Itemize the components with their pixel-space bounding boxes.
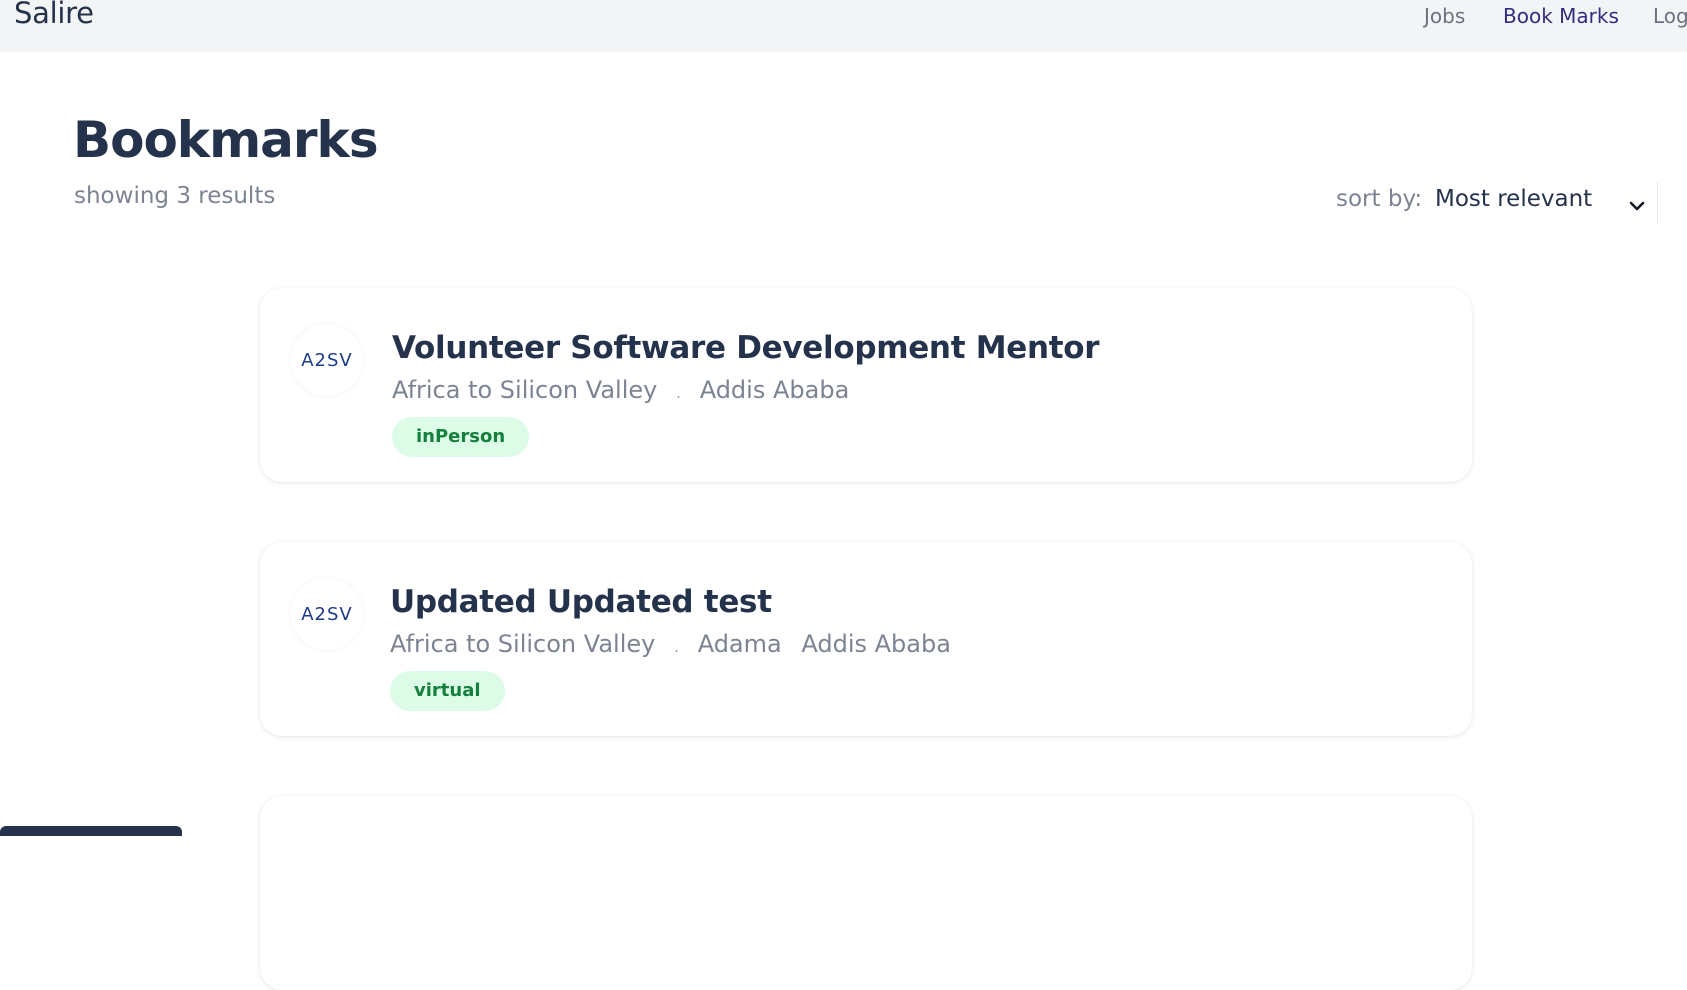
job-meta: Africa to Silicon Valley . Adama Addis A… [390,630,963,658]
job-type-tag: virtual [390,671,505,711]
brand-logo[interactable]: Salire [14,0,94,30]
meta-separator: . [673,637,680,656]
page-title: Bookmarks [73,111,379,169]
job-title[interactable]: Volunteer Software Development Mentor [392,330,1100,366]
bookmark-card[interactable]: A2SV Updated Updated test Africa to Sili… [260,542,1472,736]
bottom-floating-bar[interactable] [0,826,182,836]
bookmark-card[interactable] [260,796,1472,990]
sort-selected-value: Most relevant [1435,186,1593,212]
bookmark-card[interactable]: A2SV Volunteer Software Development Ment… [260,288,1472,482]
company-name: Africa to Silicon Valley [392,376,658,404]
nav-login-link[interactable]: Log [1653,4,1687,28]
job-type-tag: inPerson [392,417,530,457]
job-meta: Africa to Silicon Valley . Addis Ababa [392,376,861,404]
company-logo-text: A2SV [301,349,353,371]
meta-separator: . [675,383,682,402]
job-title[interactable]: Updated Updated test [390,584,772,620]
company-logo-icon: A2SV [291,578,363,650]
top-navigation-bar: Salire Jobs Book Marks Log [0,0,1687,52]
result-count: showing 3 results [74,183,276,209]
job-location: Addis Ababa [699,376,850,404]
company-logo-icon: A2SV [291,324,363,396]
nav-jobs-link[interactable]: Jobs [1424,4,1465,28]
sort-label: sort by: [1336,186,1423,212]
job-location: Addis Ababa [801,630,951,658]
sort-dropdown[interactable]: Most relevant [1432,182,1658,224]
company-name: Africa to Silicon Valley [390,630,656,658]
company-logo-text: A2SV [301,603,353,625]
chevron-down-icon [1629,201,1645,211]
job-location: Adama [697,630,782,658]
nav-bookmarks-link[interactable]: Book Marks [1503,4,1619,28]
